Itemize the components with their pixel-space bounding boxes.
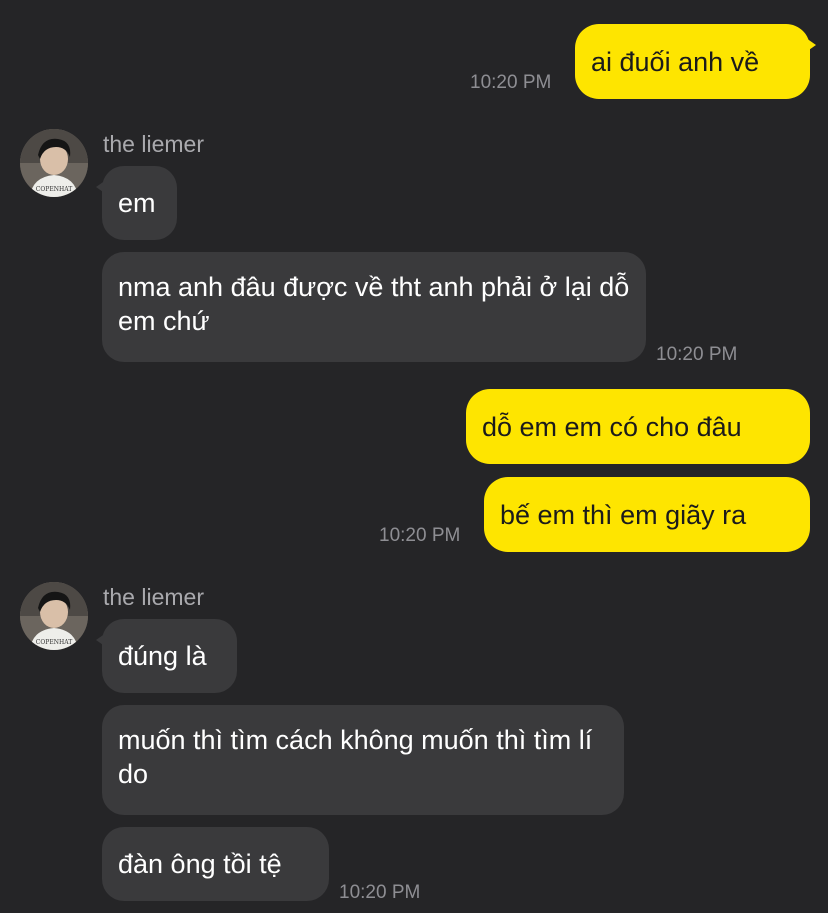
received-message-bubble[interactable]: nma anh đâu được về tht anh phải ở lại d… xyxy=(102,252,646,362)
message-text: bế em thì em giãy ra xyxy=(500,499,747,530)
message-timestamp: 10:20 PM xyxy=(339,882,421,903)
message-text: ai đuối anh về xyxy=(591,46,760,77)
avatar-photo: COPENHAT xyxy=(20,582,88,650)
avatar-photo: COPENHAT xyxy=(20,129,88,197)
sent-message-bubble[interactable]: bế em thì em giãy ra xyxy=(484,477,810,552)
received-message-bubble[interactable]: muốn thì tìm cách không muốn thì tìm lí … xyxy=(102,705,624,815)
message-text: đúng là xyxy=(118,641,207,671)
message-text: em xyxy=(118,188,156,218)
message-timestamp: 10:20 PM xyxy=(379,525,461,546)
message-timestamp: 10:20 PM xyxy=(470,72,552,93)
message-text: đàn ông tồi tệ xyxy=(118,849,282,879)
received-message-bubble[interactable]: em xyxy=(96,166,177,240)
avatar-shirt-text: COPENHAT xyxy=(36,639,72,646)
sent-message-bubble[interactable]: dỗ em em có cho đâu xyxy=(466,389,810,464)
message-timestamp: 10:20 PM xyxy=(656,344,738,365)
avatar-shirt-text: COPENHAT xyxy=(36,186,72,193)
received-message-bubble[interactable]: đàn ông tồi tệ xyxy=(102,827,329,901)
contact-avatar[interactable]: COPENHAT xyxy=(20,129,88,197)
message-text: muốn thì tìm cách không muốn thì tìm lí … xyxy=(118,725,593,789)
message-text: nma anh đâu được về tht anh phải ở lại d… xyxy=(118,272,630,336)
message-text: dỗ em em có cho đâu xyxy=(482,411,742,442)
received-message-bubble[interactable]: đúng là xyxy=(96,619,237,693)
sender-name: the liemer xyxy=(103,131,204,157)
sender-name: the liemer xyxy=(103,584,204,610)
contact-avatar[interactable]: COPENHAT xyxy=(20,582,88,650)
sent-message-bubble[interactable]: ai đuối anh về xyxy=(575,24,816,99)
